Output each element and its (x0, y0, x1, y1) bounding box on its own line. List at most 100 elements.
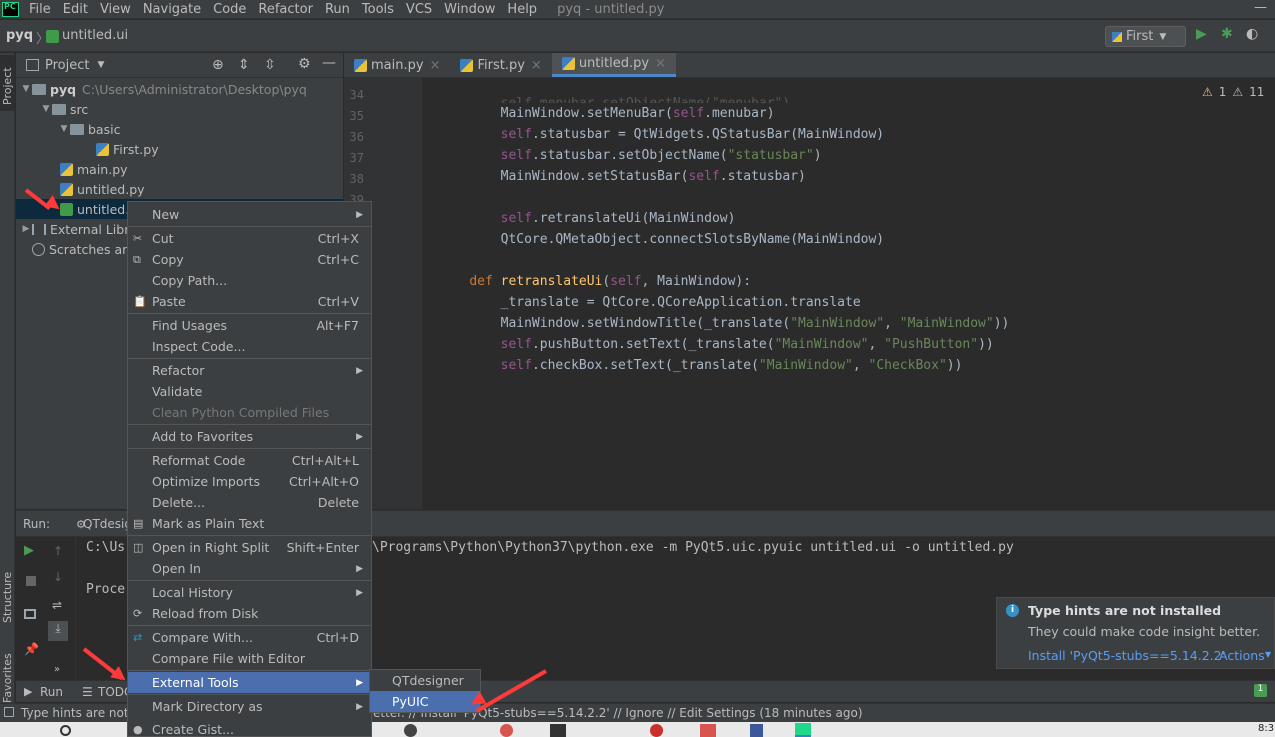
menu-item-mark-directory[interactable]: Mark Directory as ▶ (128, 696, 371, 717)
menu-item-optimize-imports[interactable]: Optimize Imports Ctrl+Alt+O (128, 471, 371, 492)
minimize-icon[interactable]: — (1254, 0, 1267, 15)
tree-item-first-py[interactable]: First.py (16, 139, 343, 159)
text-file-icon: ▤ (133, 517, 144, 530)
menu-item-paste[interactable]: 📋 Paste Ctrl+V (128, 291, 371, 312)
tab-main-py[interactable]: main.py × (344, 53, 450, 77)
menu-item-compare-with[interactable]: ⇄ Compare With... Ctrl+D (128, 627, 371, 648)
tree-item-src[interactable]: ▼ src (16, 99, 343, 119)
close-icon[interactable]: × (655, 56, 666, 71)
install-stubs-link[interactable]: Install 'PyQt5-stubs==5.14.2.2' (1028, 648, 1225, 663)
structure-tool-tab[interactable]: Structure (1, 572, 14, 623)
debug-icon[interactable]: ✱ (1221, 26, 1233, 42)
menu-item-open-right-split[interactable]: ◫ Open in Right Split Shift+Enter (128, 537, 371, 558)
code-content[interactable]: self.menubar.setObjectName("menubar") Ma… (438, 78, 1009, 406)
project-panel-title[interactable]: Project (45, 58, 89, 73)
submenu-item-pyuic[interactable]: PyUIC (370, 691, 480, 712)
collapse-arrow-icon[interactable]: ▶ (20, 224, 32, 234)
menu-item-open-in[interactable]: Open In ▶ (128, 558, 371, 579)
ui-file-icon (46, 30, 59, 43)
notification-title: Type hints are not installed (1028, 603, 1222, 618)
menu-edit[interactable]: Edit (57, 2, 94, 17)
menu-item-reload-from-disk[interactable]: ⟳ Reload from Disk (128, 603, 371, 624)
inspection-widget[interactable]: ⚠ 1 ⚠ 11 (1202, 85, 1264, 99)
favorites-tool-tab[interactable]: Favorites (1, 653, 14, 703)
menu-refactor[interactable]: Refactor (252, 2, 319, 17)
scroll-down-icon[interactable]: ↓ (53, 570, 63, 584)
submenu-item-qtdesigner[interactable]: QTdesigner (370, 670, 480, 691)
soft-wrap-icon[interactable]: ⇌ (52, 598, 62, 612)
taskbar-pycharm-icon[interactable] (795, 723, 811, 737)
menu-help[interactable]: Help (501, 2, 543, 17)
taskbar-app-icon[interactable] (500, 724, 513, 737)
tree-item-basic[interactable]: ▼ basic (16, 119, 343, 139)
tree-item-untitled-py[interactable]: untitled.py (16, 179, 343, 199)
menu-item-find-usages[interactable]: Find Usages Alt+F7 (128, 315, 371, 336)
expand-arrow-icon[interactable]: ▼ (40, 104, 52, 114)
menu-item-validate[interactable]: Validate (128, 381, 371, 402)
project-tool-tab[interactable]: Project (1, 67, 14, 105)
menu-item-new[interactable]: New ▶ (128, 204, 371, 225)
menu-item-copy-path[interactable]: Copy Path... (128, 270, 371, 291)
layout-icon[interactable] (24, 609, 36, 619)
actions-link[interactable]: Actions (1219, 648, 1265, 663)
taskbar-app-icon[interactable] (550, 724, 566, 737)
menu-item-compare-file-editor[interactable]: Compare File with Editor (128, 648, 371, 669)
close-icon[interactable]: × (430, 58, 441, 73)
menu-item-add-to-favorites[interactable]: Add to Favorites ▶ (128, 426, 371, 447)
tab-first-py[interactable]: First.py × (450, 53, 551, 77)
taskbar-app-icon[interactable] (700, 724, 716, 737)
stop-icon[interactable] (26, 576, 36, 586)
chevron-down-icon[interactable]: ▼ (1265, 650, 1271, 659)
scroll-up-icon[interactable]: ↑ (53, 544, 63, 558)
menu-item-inspect-code[interactable]: Inspect Code... (128, 336, 371, 357)
menu-file[interactable]: File (23, 2, 57, 17)
python-file-icon (96, 142, 109, 156)
menu-window[interactable]: Window (438, 2, 501, 17)
menu-item-local-history[interactable]: Local History ▶ (128, 582, 371, 603)
run-icon[interactable]: ▶ (1196, 26, 1207, 42)
scroll-to-end-icon[interactable]: ⤓ (48, 621, 68, 641)
menu-tools[interactable]: Tools (356, 2, 400, 17)
close-icon[interactable]: × (531, 58, 542, 73)
breadcrumb-project[interactable]: pyq (6, 28, 33, 43)
search-icon[interactable] (60, 725, 71, 736)
locate-icon[interactable]: ⊕ (212, 57, 224, 73)
menu-item-create-gist[interactable]: ● Create Gist... (128, 719, 371, 737)
rerun-icon[interactable]: ▶ (24, 543, 34, 558)
menu-item-refactor[interactable]: Refactor ▶ (128, 360, 371, 381)
menu-item-delete[interactable]: Delete... Delete (128, 492, 371, 513)
menu-run[interactable]: Run (319, 2, 356, 17)
hide-icon[interactable]: — (322, 55, 336, 71)
tree-item-main-py[interactable]: main.py (16, 159, 343, 179)
toggle-panel-icon[interactable] (4, 707, 14, 717)
tab-untitled-py[interactable]: untitled.py × (551, 53, 676, 77)
taskbar-app-icon[interactable] (650, 724, 663, 737)
menu-view[interactable]: View (94, 2, 137, 17)
expand-all-icon[interactable]: ⇕ (238, 57, 250, 73)
menu-code[interactable]: Code (207, 2, 252, 17)
github-icon: ● (133, 723, 143, 736)
breadcrumb-file[interactable]: untitled.ui (62, 28, 128, 43)
menu-item-cut[interactable]: ✂ Cut Ctrl+X (128, 228, 371, 249)
chevron-down-icon[interactable]: ▼ (97, 60, 104, 70)
tree-item-pyq[interactable]: ▼ pyq C:\Users\Administrator\Desktop\pyq (16, 79, 343, 99)
menu-vcs[interactable]: VCS (400, 2, 438, 17)
more-icon[interactable]: » (54, 664, 60, 675)
gear-icon[interactable]: ⚙ (298, 56, 311, 72)
menu-item-mark-plain-text[interactable]: ▤ Mark as Plain Text (128, 513, 371, 534)
taskbar-app-icon[interactable] (404, 724, 417, 737)
coverage-icon[interactable]: ◐ (1246, 26, 1258, 42)
run-config-select[interactable]: First ▼ (1105, 26, 1186, 47)
pin-icon[interactable]: 📌 (24, 642, 39, 656)
menu-item-external-tools[interactable]: External Tools ▶ (128, 672, 371, 693)
collapse-all-icon[interactable]: ⇳ (264, 57, 276, 73)
menu-item-copy[interactable]: ⧉ Copy Ctrl+C (128, 249, 371, 270)
expand-arrow-icon[interactable]: ▼ (20, 84, 32, 94)
menu-navigate[interactable]: Navigate (137, 2, 207, 17)
expand-arrow-icon[interactable]: ▼ (58, 124, 70, 134)
python-file-icon (354, 58, 367, 72)
menu-item-reformat-code[interactable]: Reformat Code Ctrl+Alt+L (128, 450, 371, 471)
taskbar-app-icon[interactable] (750, 724, 763, 737)
run-tool-button[interactable]: Run (40, 685, 63, 699)
event-log-badge[interactable]: 1 (1254, 684, 1267, 697)
